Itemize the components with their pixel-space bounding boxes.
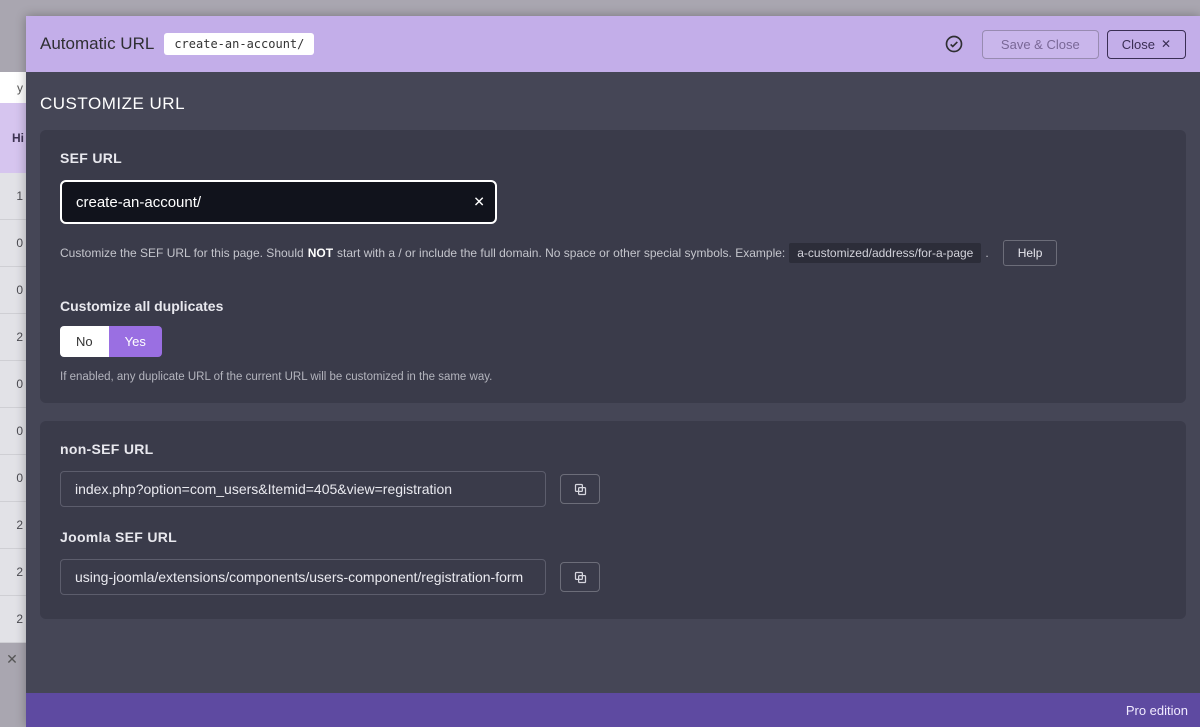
settings-panel: Automatic URL create-an-account/ Save & … <box>26 16 1200 727</box>
copy-icon <box>573 482 588 497</box>
bg-cell: 1 <box>0 173 26 220</box>
header-url-chip: create-an-account/ <box>164 33 314 55</box>
sef-url-label: SEF URL <box>60 150 1166 166</box>
header-title: Automatic URL <box>40 34 154 54</box>
bg-top-cell-2: Hi <box>0 103 26 173</box>
bg-cell: 0 <box>0 408 26 455</box>
help-button[interactable]: Help <box>1003 240 1058 266</box>
sef-url-card: SEF URL ✕ Customize the SEF URL for this… <box>40 130 1186 403</box>
close-icon: ✕ <box>1161 37 1171 51</box>
hint-text: . <box>985 246 988 260</box>
close-button-label: Close <box>1122 37 1155 52</box>
copy-nonsef-button[interactable] <box>560 474 600 504</box>
bg-cell: 2 <box>0 549 26 596</box>
duplicates-yes-button[interactable]: Yes <box>109 326 162 357</box>
hint-example-code: a-customized/address/for-a-page <box>789 243 981 263</box>
footer-bar: Pro edition <box>26 693 1200 727</box>
copy-joomla-sef-button[interactable] <box>560 562 600 592</box>
bg-cell: 0 <box>0 267 26 314</box>
save-and-close-button[interactable]: Save & Close <box>982 30 1099 59</box>
bg-cell: 2 <box>0 314 26 361</box>
hint-not: NOT <box>308 246 333 260</box>
joomla-sef-value[interactable]: using-joomla/extensions/components/users… <box>60 559 546 595</box>
duplicates-toggle: No Yes <box>60 326 162 357</box>
duplicates-no-button[interactable]: No <box>60 326 109 357</box>
bg-cell: 0 <box>0 361 26 408</box>
panel-header: Automatic URL create-an-account/ Save & … <box>26 16 1200 72</box>
joomla-sef-label: Joomla SEF URL <box>60 529 1166 545</box>
bg-cell: 2 <box>0 502 26 549</box>
bg-top-cell-1: y <box>0 72 26 103</box>
duplicates-label: Customize all duplicates <box>60 298 1166 314</box>
footer-edition: Pro edition <box>1126 703 1188 718</box>
sef-url-hint: Customize the SEF URL for this page. Sho… <box>60 240 1166 266</box>
status-ok-icon <box>944 34 964 54</box>
bg-cell: 0 <box>0 220 26 267</box>
copy-icon <box>573 570 588 585</box>
urls-card: non-SEF URL index.php?option=com_users&I… <box>40 421 1186 619</box>
bg-cell: 2 <box>0 596 26 643</box>
duplicates-hint: If enabled, any duplicate URL of the cur… <box>60 371 1166 383</box>
bg-close-icon[interactable]: ✕ <box>4 651 20 667</box>
bg-cell: 0 <box>0 455 26 502</box>
close-button[interactable]: Close ✕ <box>1107 30 1186 59</box>
clear-input-icon[interactable]: ✕ <box>473 194 485 211</box>
hint-text: start with a / or include the full domai… <box>337 246 785 260</box>
nonsef-value[interactable]: index.php?option=com_users&Itemid=405&vi… <box>60 471 546 507</box>
hint-text: Customize the SEF URL for this page. Sho… <box>60 246 304 260</box>
sef-url-input[interactable] <box>60 180 497 224</box>
nonsef-label: non-SEF URL <box>60 441 1166 457</box>
section-title: CUSTOMIZE URL <box>26 72 1200 130</box>
